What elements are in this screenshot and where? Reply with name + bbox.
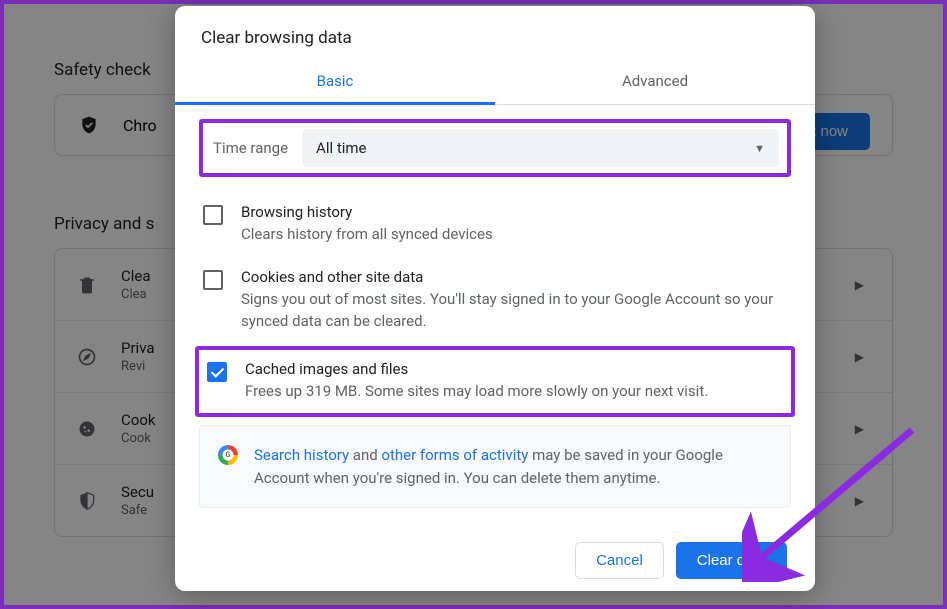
clear-browsing-data-dialog: Clear browsing data Basic Advanced Time … <box>175 6 815 591</box>
chevron-right-icon: ▶ <box>855 422 864 436</box>
dialog-tabs: Basic Advanced <box>175 60 815 105</box>
compass-icon <box>77 347 97 367</box>
option-sub: Frees up 319 MB. Some sites may load mor… <box>245 381 708 403</box>
option-sub: Clears history from all synced devices <box>241 224 493 246</box>
checkbox-cached[interactable] <box>207 362 227 382</box>
row-sub: Clea <box>121 287 151 302</box>
row-title: Clea <box>121 267 151 285</box>
row-sub: Safe <box>121 503 154 518</box>
clear-data-button[interactable]: Clear data <box>676 542 787 579</box>
google-account-info: Search history and other forms of activi… <box>199 425 791 508</box>
chevron-right-icon: ▶ <box>855 278 864 292</box>
safety-row-text: Chro <box>123 116 157 135</box>
shield-half-icon <box>77 491 97 511</box>
cancel-button[interactable]: Cancel <box>575 542 664 579</box>
option-title: Browsing history <box>241 203 493 221</box>
chevron-right-icon: ▶ <box>855 494 864 508</box>
option-title: Cached images and files <box>245 360 708 378</box>
option-browsing-history[interactable]: Browsing history Clears history from all… <box>199 195 791 260</box>
option-sub: Signs you out of most sites. You'll stay… <box>241 289 787 333</box>
row-title: Priva <box>121 339 155 357</box>
tab-basic[interactable]: Basic <box>175 60 495 104</box>
cookie-icon <box>77 419 97 439</box>
checkbox-cookies[interactable] <box>203 270 223 290</box>
dialog-actions: Cancel Clear data <box>175 516 815 581</box>
option-cached[interactable]: Cached images and files Frees up 319 MB.… <box>195 346 795 417</box>
row-sub: Cook <box>121 431 155 446</box>
checkbox-browsing-history[interactable] <box>203 205 223 225</box>
chevron-right-icon: ▶ <box>855 350 864 364</box>
option-title: Cookies and other site data <box>241 268 787 286</box>
chevron-down-icon: ▼ <box>754 142 765 155</box>
time-range-value: All time <box>316 139 366 157</box>
row-title: Cook <box>121 411 155 429</box>
other-activity-link[interactable]: other forms of activity <box>381 446 528 464</box>
time-range-select[interactable]: All time ▼ <box>302 129 779 167</box>
row-title: Secu <box>121 483 154 501</box>
dialog-title: Clear browsing data <box>175 6 815 60</box>
time-range-row: Time range All time ▼ <box>199 119 791 177</box>
search-history-link[interactable]: Search history <box>254 446 349 464</box>
option-cookies[interactable]: Cookies and other site data Signs you ou… <box>199 260 791 347</box>
shield-check-icon <box>79 115 99 135</box>
time-range-label: Time range <box>211 135 290 161</box>
tab-advanced[interactable]: Advanced <box>495 60 815 104</box>
google-logo-icon <box>218 445 238 465</box>
info-text: Search history and other forms of activi… <box>254 444 772 489</box>
row-sub: Revi <box>121 359 155 374</box>
trash-icon <box>77 275 97 295</box>
